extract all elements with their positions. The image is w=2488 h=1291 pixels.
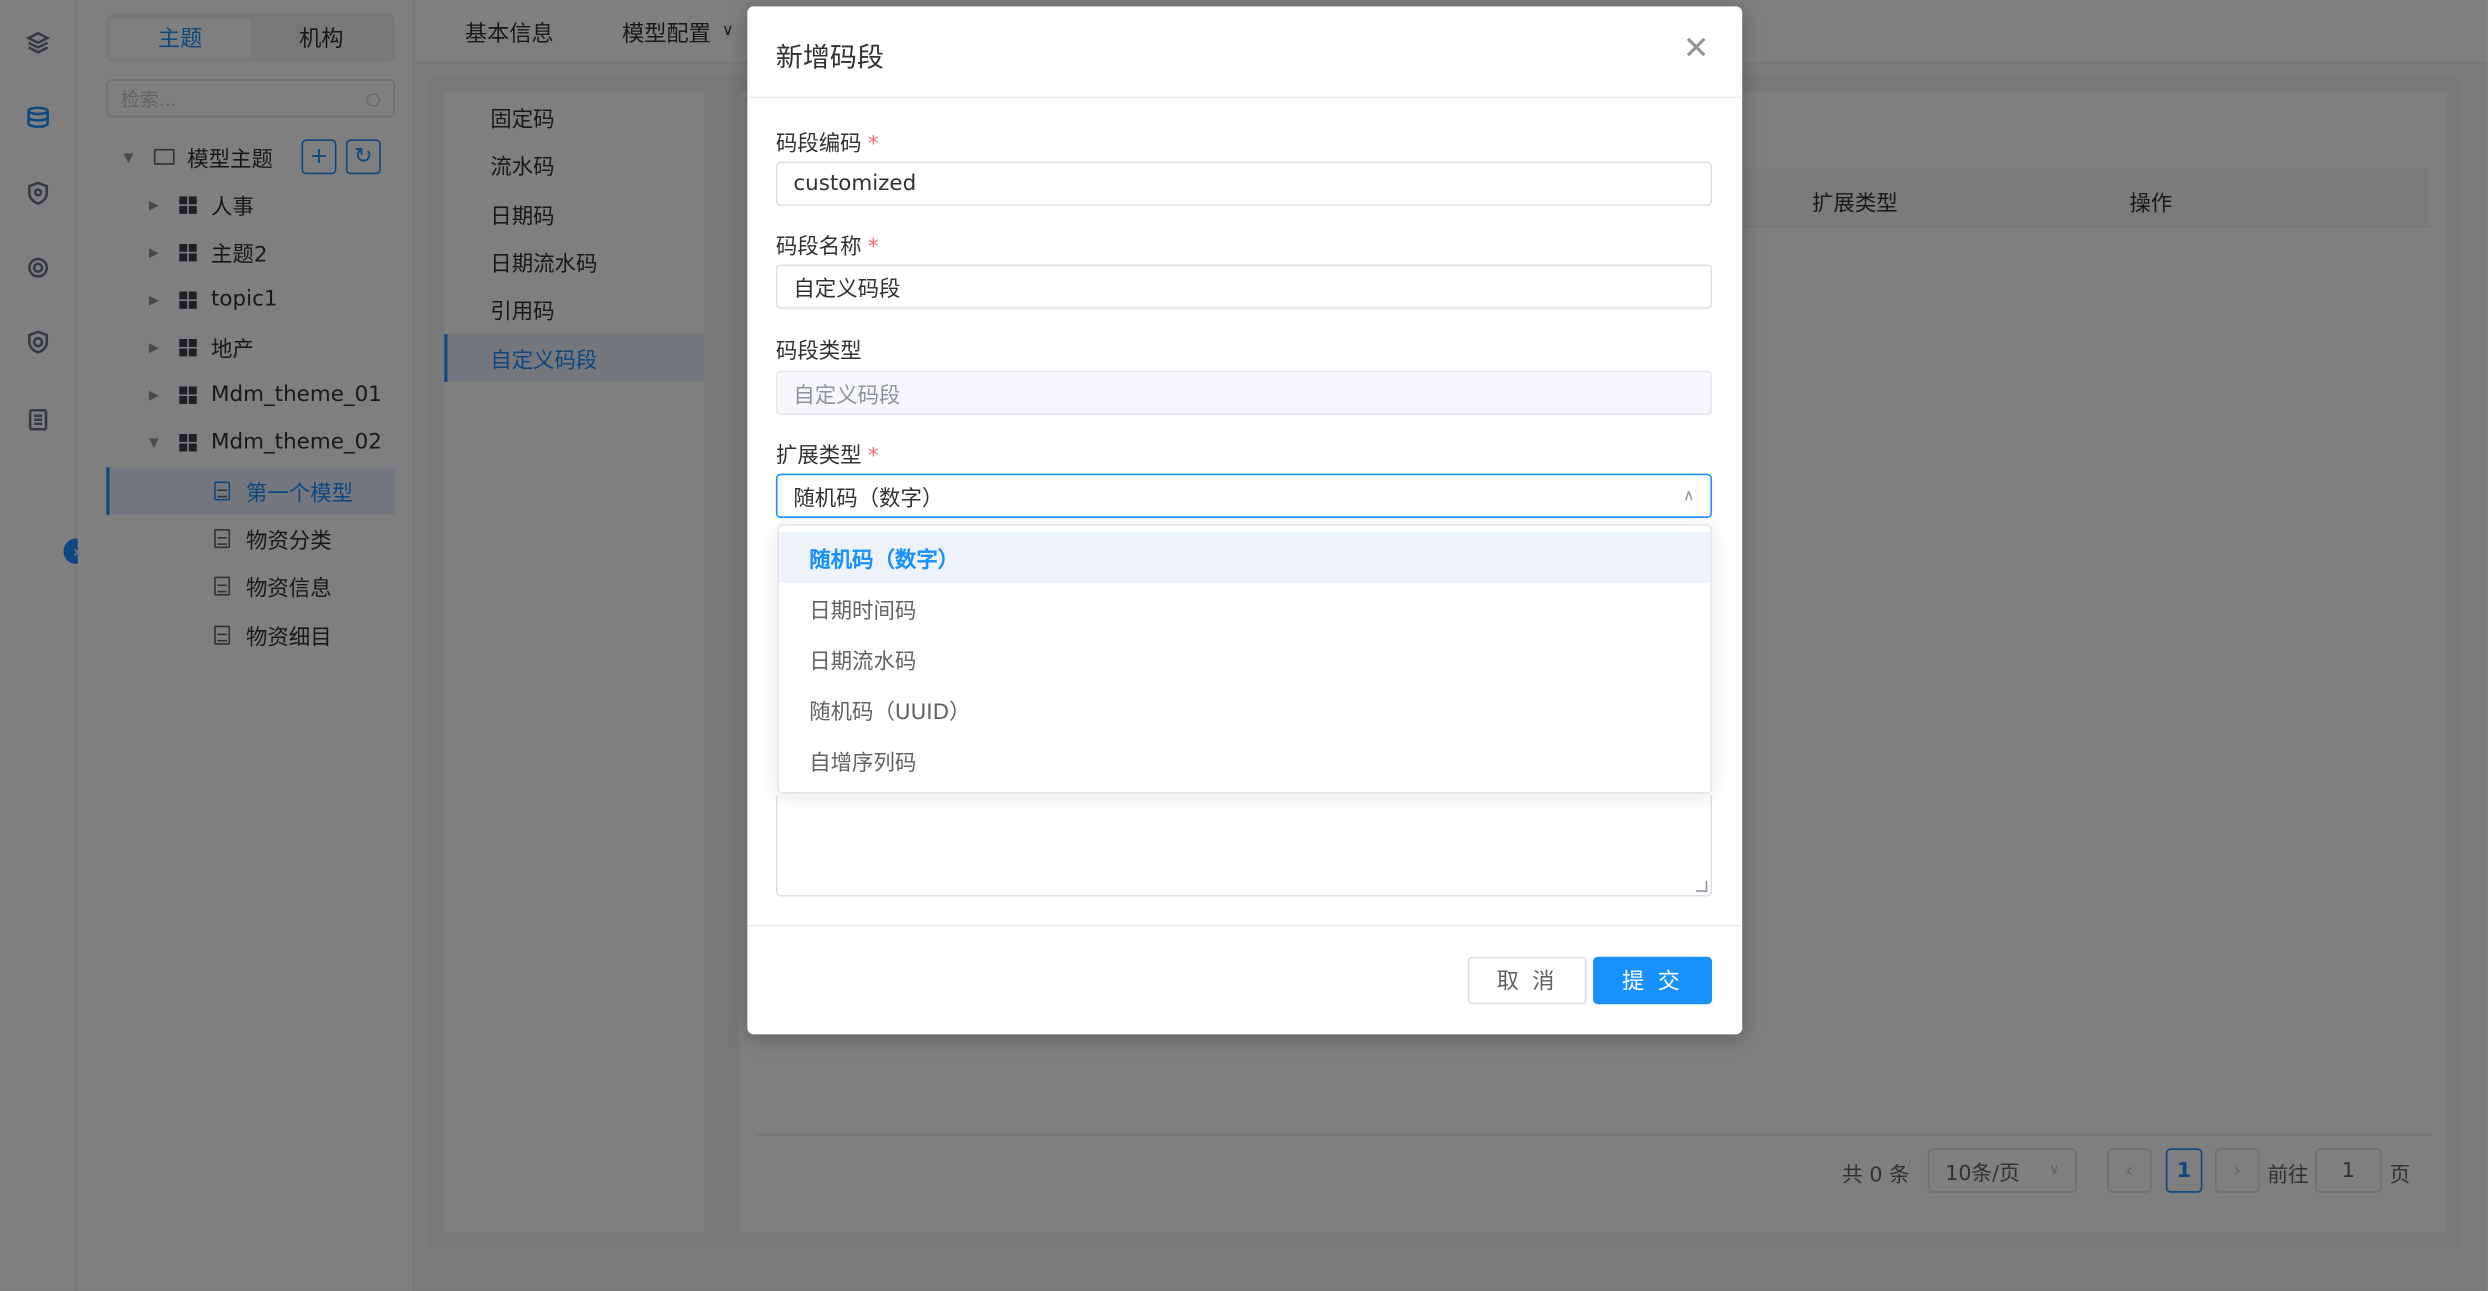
dropdown-option[interactable]: 随机码（UUID） (779, 684, 1710, 735)
submit-button[interactable]: 提 交 (1593, 956, 1713, 1005)
segment-type-input: 自定义码段 (775, 370, 1713, 416)
field-label-name: 码段名称 * (775, 234, 879, 260)
field-label-type: 码段类型 (775, 338, 862, 365)
dialog-header-divider (747, 96, 1743, 99)
dropdown-option-selected[interactable]: 随机码（数字） (779, 532, 1711, 583)
cancel-button[interactable]: 取 消 (1467, 956, 1587, 1005)
add-segment-dialog: 新增码段 ✕ 码段编码 * customized 码段名称 * 自定义码段 码段类型… (747, 6, 1743, 1035)
segment-name-input[interactable]: 自定义码段 (775, 264, 1713, 309)
chevron-up-icon: ∧ (1682, 487, 1695, 505)
field-label-ext-type: 扩展类型 * (775, 443, 879, 469)
description-textarea[interactable] (775, 795, 1713, 897)
dropdown-option[interactable]: 自增序列码 (779, 735, 1710, 786)
field-label-code: 码段编码 * (775, 131, 879, 157)
dialog-title: 新增码段 (775, 42, 884, 75)
ext-type-dropdown: 随机码（数字） 日期时间码 日期流水码 随机码（UUID） 自增序列码 (777, 524, 1713, 794)
segment-code-input[interactable]: customized (775, 161, 1713, 206)
close-icon[interactable]: ✕ (1680, 29, 1712, 67)
dropdown-option[interactable]: 日期时间码 (779, 583, 1710, 634)
resize-handle-icon[interactable] (1696, 880, 1708, 892)
dropdown-option[interactable]: 日期流水码 (779, 634, 1710, 685)
ext-type-value: 随机码（数字） (793, 486, 944, 512)
dialog-footer-divider (747, 925, 1743, 927)
ext-type-select[interactable]: 随机码（数字） ∧ (775, 473, 1713, 518)
